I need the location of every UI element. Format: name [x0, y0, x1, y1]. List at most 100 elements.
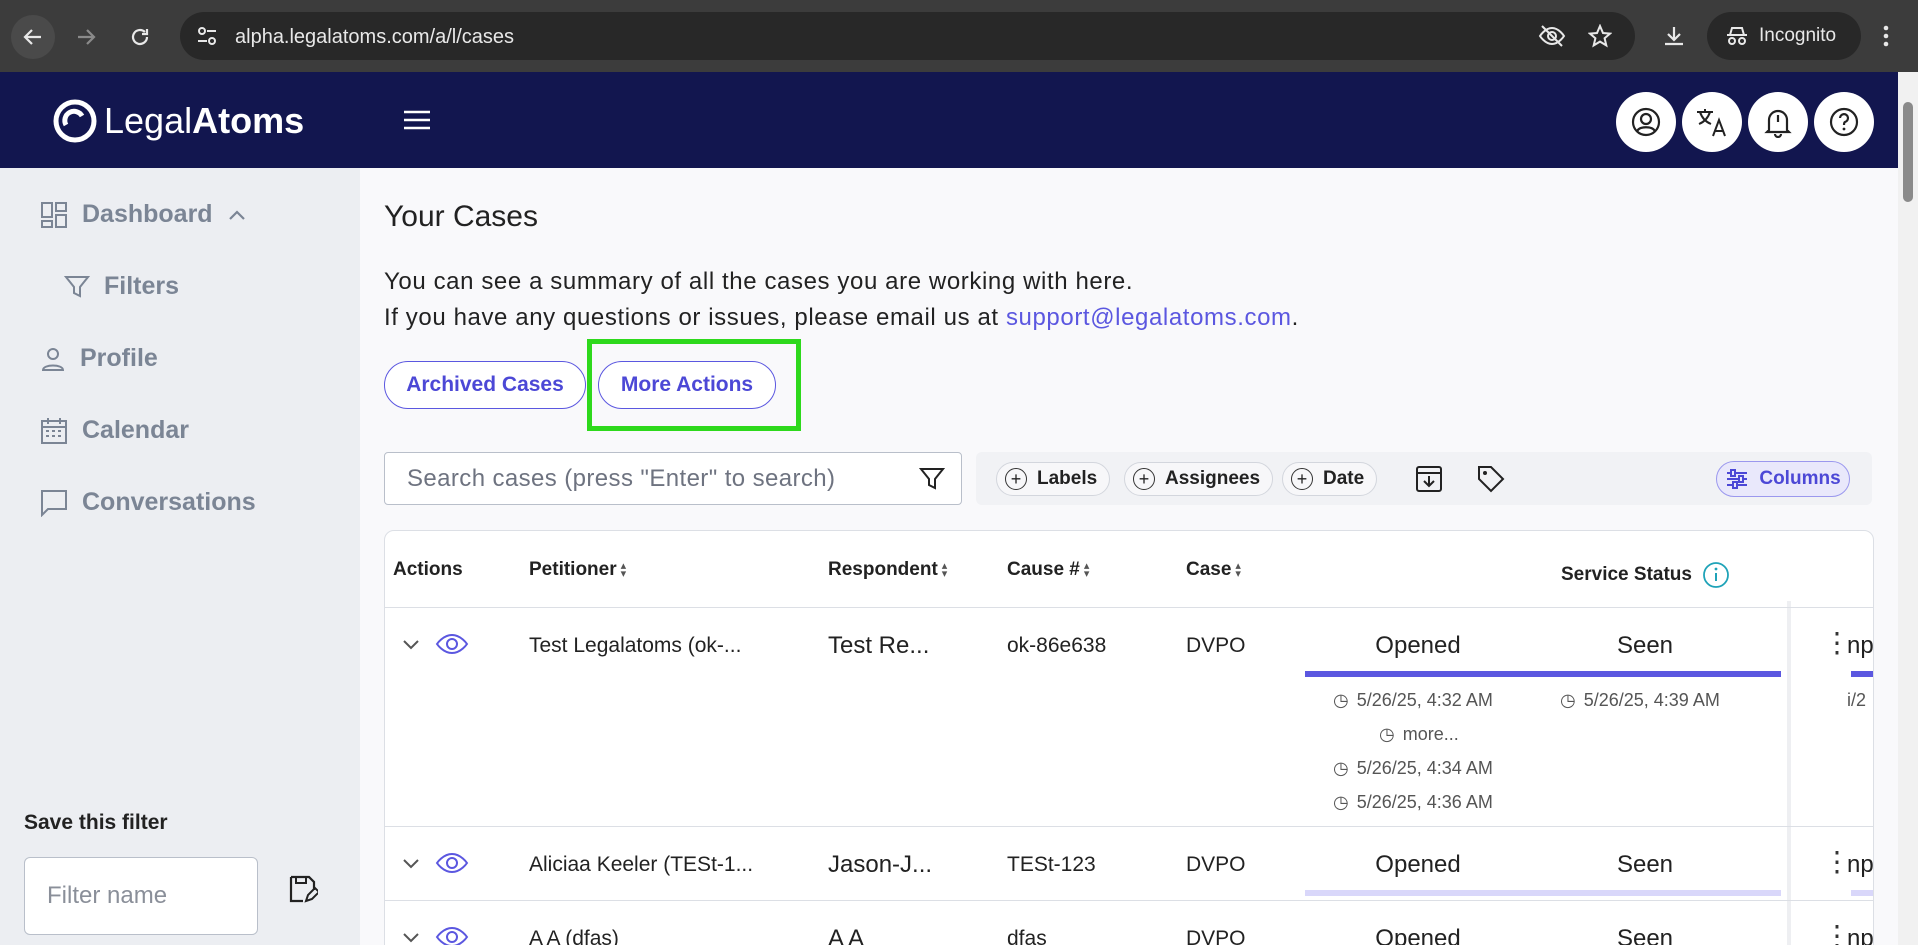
chip-label: Date: [1323, 468, 1365, 489]
header-label: Actions: [393, 559, 463, 580]
date-chip[interactable]: + Date: [1282, 462, 1378, 496]
url-text: alpha.legalatoms.com/a/l/cases: [235, 26, 515, 48]
notifications-button[interactable]: [1748, 92, 1808, 152]
timestamp-text: 5/26/25, 4:36 AM: [1356, 792, 1493, 812]
filter-icon: [64, 275, 90, 298]
hamburger-menu-icon[interactable]: [402, 108, 432, 132]
sidebar: Dashboard Filters Profile Calendar Conve…: [0, 168, 360, 945]
reload-icon: [131, 28, 149, 46]
forward-button[interactable]: [64, 15, 108, 59]
info-icon[interactable]: [1702, 561, 1730, 589]
table-row: Aliciaa Keeler (TESt-1... Jason-J... TES…: [385, 826, 1873, 900]
petitioner-cell: Aliciaa Keeler (TESt-1...: [529, 853, 754, 876]
filter-name-input[interactable]: [24, 857, 258, 935]
sidebar-item-filters[interactable]: Filters: [64, 272, 179, 301]
sidebar-item-calendar[interactable]: Calendar: [40, 416, 189, 445]
chevron-down-icon[interactable]: [401, 931, 421, 945]
chat-icon: [41, 489, 67, 517]
status-progress-bar: [1305, 890, 1781, 896]
status-seen: Seen: [1616, 632, 1674, 659]
chip-label: Labels: [1037, 468, 1098, 489]
reload-button[interactable]: [118, 15, 162, 59]
cause-cell: TESt-123: [1007, 853, 1096, 876]
page-title: Your Cases: [384, 200, 538, 233]
back-button[interactable]: [11, 15, 55, 59]
account-button[interactable]: [1616, 92, 1676, 152]
user-circle-icon: [1631, 107, 1661, 137]
plus-circle-icon: +: [1005, 468, 1027, 490]
plus-circle-icon: +: [1291, 468, 1313, 490]
page-scrollbar[interactable]: [1898, 72, 1918, 945]
incognito-indicator[interactable]: Incognito: [1707, 12, 1861, 60]
header-case[interactable]: Case ▴ ▾: [1186, 559, 1241, 581]
clock-icon: ◷: [1560, 690, 1576, 710]
clock-icon: ◷: [1379, 724, 1395, 744]
arrow-right-icon: [78, 29, 96, 45]
labels-chip[interactable]: + Labels: [996, 462, 1111, 496]
header-petitioner[interactable]: Petitioner ▴ ▾: [529, 559, 626, 581]
chip-label: Assignees: [1165, 468, 1261, 489]
clock-icon: ◷: [1333, 758, 1349, 778]
petitioner-cell: Test Legalatoms (ok-...: [529, 634, 742, 657]
sidebar-item-label: Dashboard: [82, 200, 213, 228]
save-filter-icon[interactable]: [288, 874, 318, 904]
filter-funnel-icon[interactable]: [919, 466, 945, 492]
kebab-menu-icon[interactable]: [1882, 24, 1890, 48]
case-cell: DVPO: [1186, 634, 1246, 657]
table-row: Test Legalatoms (ok-... Test Re... ok-86…: [385, 607, 1874, 826]
logo-text-bold: Atoms: [192, 100, 305, 141]
clock-icon: ◷: [1333, 792, 1349, 812]
plus-circle-icon: +: [1133, 468, 1155, 490]
timestamp: ◷ 5/26/25, 4:39 AM: [1560, 690, 1720, 711]
support-email-link[interactable]: support@legalatoms.com: [1006, 304, 1292, 331]
sort-icon: ▴ ▾: [941, 560, 948, 580]
status-opened: Opened: [1375, 925, 1461, 945]
eye-icon[interactable]: [435, 632, 469, 656]
respondent-cell: Jason-J...: [828, 851, 933, 878]
status-opened: Opened: [1375, 851, 1461, 878]
search-input[interactable]: [407, 465, 887, 493]
person-icon: [41, 347, 65, 371]
table-toolbar: + Labels + Assignees + Date Columns: [976, 452, 1872, 505]
tag-icon[interactable]: [1476, 464, 1506, 494]
sidebar-item-profile[interactable]: Profile: [40, 344, 158, 373]
header-respondent[interactable]: Respondent ▴ ▾: [828, 559, 947, 581]
chevron-down-icon[interactable]: [401, 857, 421, 871]
sidebar-item-dashboard[interactable]: Dashboard: [40, 200, 247, 229]
clipped-cell: np: [1847, 632, 1874, 659]
eye-icon[interactable]: [435, 851, 469, 875]
header-label: Service Status: [1561, 564, 1692, 585]
sidebar-item-conversations[interactable]: Conversations: [40, 488, 256, 517]
header-label: Cause #: [1007, 559, 1080, 580]
translate-icon: [1697, 109, 1726, 137]
sliders-icon: [1727, 469, 1748, 489]
petitioner-cell: A A (dfas): [529, 927, 619, 945]
translate-button[interactable]: [1682, 92, 1742, 152]
archive-download-icon[interactable]: [1414, 464, 1444, 494]
scrollbar-thumb[interactable]: [1903, 102, 1913, 202]
legalatoms-logo[interactable]: LegalAtoms: [52, 98, 304, 144]
header-cause[interactable]: Cause # ▴ ▾: [1007, 559, 1089, 581]
dashboard-icon: [41, 201, 67, 228]
archived-cases-button[interactable]: Archived Cases: [384, 361, 586, 409]
address-bar[interactable]: alpha.legalatoms.com/a/l/cases: [180, 12, 1635, 60]
more-link[interactable]: ◷ more...: [1379, 724, 1459, 745]
download-icon[interactable]: [1662, 24, 1686, 48]
status-seen: Seen: [1616, 851, 1674, 878]
header-actions: Actions: [393, 559, 463, 581]
eye-icon[interactable]: [435, 925, 469, 945]
incognito-icon: [1727, 27, 1747, 45]
support-line: If you have any questions or issues, ple…: [384, 304, 1299, 332]
assignees-chip[interactable]: + Assignees: [1124, 462, 1274, 496]
eye-off-icon[interactable]: [1538, 24, 1566, 48]
logo-mark-icon: [53, 99, 97, 143]
sidebar-item-label: Calendar: [82, 416, 189, 444]
support-line-prefix: If you have any questions or issues, ple…: [384, 304, 1006, 331]
sort-icon: ▴ ▾: [1235, 560, 1241, 580]
star-icon[interactable]: [1588, 24, 1612, 48]
bell-icon: [1764, 109, 1792, 138]
columns-button[interactable]: Columns: [1716, 461, 1850, 497]
timestamp: ◷ 5/26/25, 4:36 AM: [1333, 792, 1493, 813]
help-button[interactable]: [1814, 92, 1874, 152]
chevron-down-icon[interactable]: [401, 638, 421, 652]
